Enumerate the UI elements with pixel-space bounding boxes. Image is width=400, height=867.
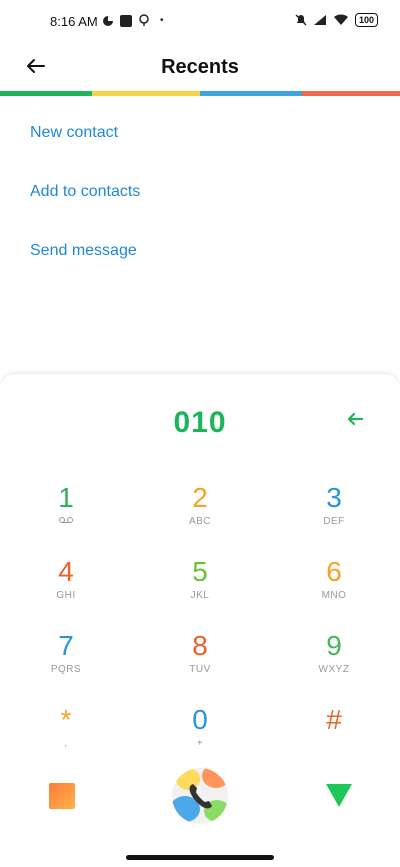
key-digit: 9 <box>326 630 342 661</box>
dot-icon: • <box>160 15 164 26</box>
key-8[interactable]: 8 TUV <box>140 630 260 700</box>
wifi-icon <box>333 14 348 25</box>
key-letters: TUV <box>189 664 211 675</box>
key-letters: WXYZ <box>318 664 350 675</box>
key-letters: + <box>196 738 204 749</box>
key-digit: 6 <box>326 556 342 587</box>
key-6[interactable]: 6 MNO <box>274 556 394 626</box>
status-bar: 8:16 AM • 100 <box>0 0 400 44</box>
backspace-icon <box>347 412 364 426</box>
key-digit: 1 <box>58 482 74 513</box>
location-icon <box>139 14 149 26</box>
backspace-button[interactable] <box>346 412 364 431</box>
signal-icon <box>313 15 326 25</box>
key-letters: PQRS <box>50 664 82 675</box>
key-digit: # <box>326 704 342 735</box>
key-letters: DEF <box>323 516 345 527</box>
status-time: 8:16 AM <box>50 14 98 29</box>
key-letters: ABC <box>188 516 212 527</box>
key-digit: 5 <box>192 556 208 587</box>
key-3[interactable]: 3 DEF <box>274 482 394 552</box>
chevron-down-icon <box>326 784 352 807</box>
accent-bar-blue <box>200 91 302 96</box>
app-header: Recents <box>0 44 400 92</box>
battery-icon: 100 <box>354 13 378 27</box>
hide-keypad-button[interactable] <box>325 782 353 813</box>
key-digit: 3 <box>326 482 342 513</box>
dialpad: 010 1 2 ABC 3 DEF 4 GHI 5 JKL 6 MNO 7 PQ… <box>0 373 400 867</box>
dialpad-menu-button[interactable] <box>49 783 75 809</box>
add-to-contacts-link[interactable]: Add to contacts <box>30 183 140 201</box>
key-digit: 2 <box>192 482 208 513</box>
key-digit: 0 <box>192 704 208 735</box>
key-digit: 8 <box>192 630 208 661</box>
dialed-number: 010 <box>173 406 227 439</box>
key-9[interactable]: 9 WXYZ <box>274 630 394 700</box>
key-letters: JKL <box>190 590 210 601</box>
app-notification-icon <box>120 14 132 27</box>
key-digit: * <box>60 704 72 735</box>
key-letters: MNO <box>321 590 347 601</box>
phone-icon <box>189 784 212 809</box>
accent-bar-yellow <box>92 91 200 96</box>
key-star[interactable]: * , <box>6 704 126 774</box>
key-4[interactable]: 4 GHI <box>6 556 126 626</box>
page-title: Recents <box>161 56 239 78</box>
key-hash[interactable]: # <box>274 704 394 774</box>
accent-bar-red <box>302 91 400 96</box>
accent-bar-green <box>0 91 92 96</box>
key-0[interactable]: 0 + <box>140 704 260 774</box>
key-letters: , <box>64 738 68 749</box>
send-message-link[interactable]: Send message <box>30 242 137 260</box>
voicemail-icon <box>6 516 126 527</box>
key-letters: GHI <box>56 590 76 601</box>
gesture-bar[interactable] <box>126 855 274 860</box>
mute-icon <box>295 14 307 26</box>
key-digit: 7 <box>58 630 74 661</box>
key-2[interactable]: 2 ABC <box>140 482 260 552</box>
key-digit: 4 <box>58 556 74 587</box>
call-button[interactable] <box>172 768 228 824</box>
key-7[interactable]: 7 PQRS <box>6 630 126 700</box>
new-contact-link[interactable]: New contact <box>30 124 118 142</box>
key-1[interactable]: 1 <box>6 482 126 552</box>
notification-icon <box>103 15 113 26</box>
key-5[interactable]: 5 JKL <box>140 556 260 626</box>
